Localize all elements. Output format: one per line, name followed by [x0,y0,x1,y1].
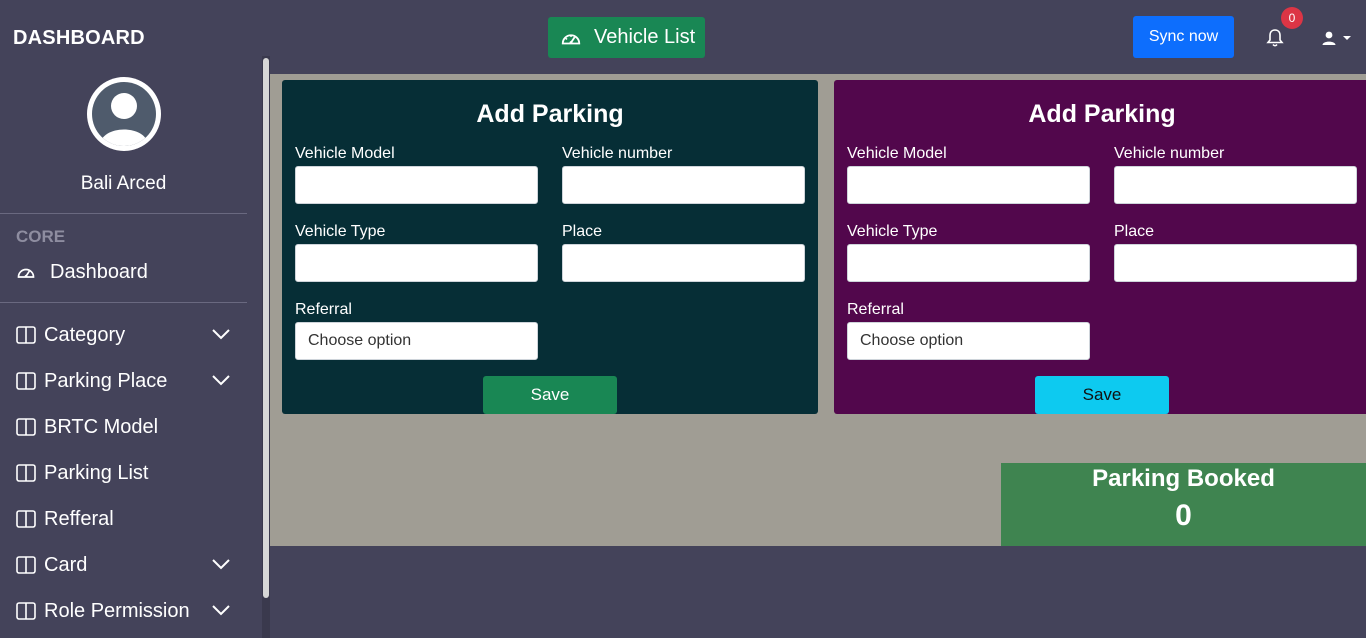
vehicle-type-input[interactable] [847,244,1090,282]
vehicle-type-label: Vehicle Type [295,223,386,240]
columns-icon [16,372,36,390]
sidebar-item-category[interactable]: Category [16,320,246,350]
sidebar-item-label: Refferal [44,507,114,530]
vehicle-type-label: Vehicle Type [847,223,938,240]
user-avatar-icon [100,93,148,146]
vehicle-list-button[interactable]: Vehicle List [548,17,705,58]
sidebar-item-brtc-model[interactable]: BRTC Model [16,412,246,442]
vehicle-type-input[interactable] [295,244,538,282]
columns-icon [16,602,36,620]
place-label: Place [562,223,603,240]
sidebar-item-label: Category [44,323,126,346]
sidebar-divider [0,213,247,214]
referral-selected-value: Choose option [860,332,964,349]
notifications-button[interactable] [1266,28,1286,48]
columns-icon [16,510,36,528]
caret-down-icon [1343,36,1351,40]
bell-icon [1266,29,1284,47]
vehicle-list-label: Vehicle List [594,26,696,48]
columns-icon [16,464,36,482]
gauge-icon [561,33,581,44]
sidebar-item-label: Dashboard [50,260,148,283]
vehicle-number-label: Vehicle number [1114,145,1225,162]
parking-booked-count: 0 [1175,499,1192,532]
parking-booked-card: Parking Booked 0 [1001,463,1366,546]
sidebar-item-label: Parking Place [44,369,168,392]
sidebar: Bali Arced CORE Dashboard Category Parki… [0,56,270,638]
user-icon [1322,31,1336,45]
referral-selected-value: Choose option [308,332,412,349]
referral-select[interactable]: Choose option [847,322,1090,360]
vehicle-model-label: Vehicle Model [295,145,395,162]
sidebar-item-label: BRTC Model [44,415,159,438]
columns-icon [16,556,36,574]
scrollbar-thumb[interactable] [263,58,269,598]
user-menu-dropdown[interactable] [1321,28,1355,48]
sidebar-item-label: Role Permission [44,599,190,622]
vehicle-model-label: Vehicle Model [847,145,947,162]
chevron-down-icon [212,375,230,386]
columns-icon [16,418,36,436]
place-input[interactable] [562,244,805,282]
main-content: Add Parking Vehicle Model Vehicle number… [270,74,1366,546]
chevron-down-icon [212,605,230,616]
add-parking-form-1: Add Parking Vehicle Model Vehicle number… [282,80,818,414]
sidebar-divider [0,302,247,303]
sync-now-button[interactable]: Sync now [1133,16,1234,58]
sidebar-item-dashboard[interactable]: Dashboard [16,257,246,287]
referral-label: Referral [847,301,904,318]
parking-booked-label: Parking Booked [1092,465,1275,492]
columns-icon [16,326,36,344]
place-input[interactable] [1114,244,1357,282]
vehicle-number-input[interactable] [1114,166,1357,204]
sidebar-item-label: Parking List [44,461,149,484]
form-title: Add Parking [476,100,624,128]
sidebar-item-refferal[interactable]: Refferal [16,504,246,534]
sidebar-item-parking-place[interactable]: Parking Place [16,366,246,396]
vehicle-model-input[interactable] [847,166,1090,204]
place-label: Place [1114,223,1155,240]
sidebar-scrollbar[interactable] [262,56,270,638]
chevron-down-icon [212,329,230,340]
user-name: Bali Arced [80,173,167,194]
save-button[interactable]: Save [1035,376,1169,414]
vehicle-number-label: Vehicle number [562,145,673,162]
add-parking-form-2: Add Parking Vehicle Model Vehicle number… [834,80,1366,414]
vehicle-model-input[interactable] [295,166,538,204]
form-title: Add Parking [1028,100,1176,128]
section-label-core: CORE [16,227,66,246]
referral-label: Referral [295,301,352,318]
sidebar-item-label: Card [44,553,88,576]
vehicle-number-input[interactable] [562,166,805,204]
gauge-icon [16,263,36,281]
save-button[interactable]: Save [483,376,617,414]
notification-badge: 0 [1281,7,1303,29]
chevron-down-icon [212,559,230,570]
sidebar-item-parking-list[interactable]: Parking List [16,458,246,488]
sidebar-item-card[interactable]: Card [16,550,246,580]
sidebar-item-role-permission[interactable]: Role Permission [16,596,246,626]
referral-select[interactable]: Choose option [295,322,538,360]
brand-title[interactable]: DASHBOARD [13,27,145,50]
avatar [87,77,161,151]
